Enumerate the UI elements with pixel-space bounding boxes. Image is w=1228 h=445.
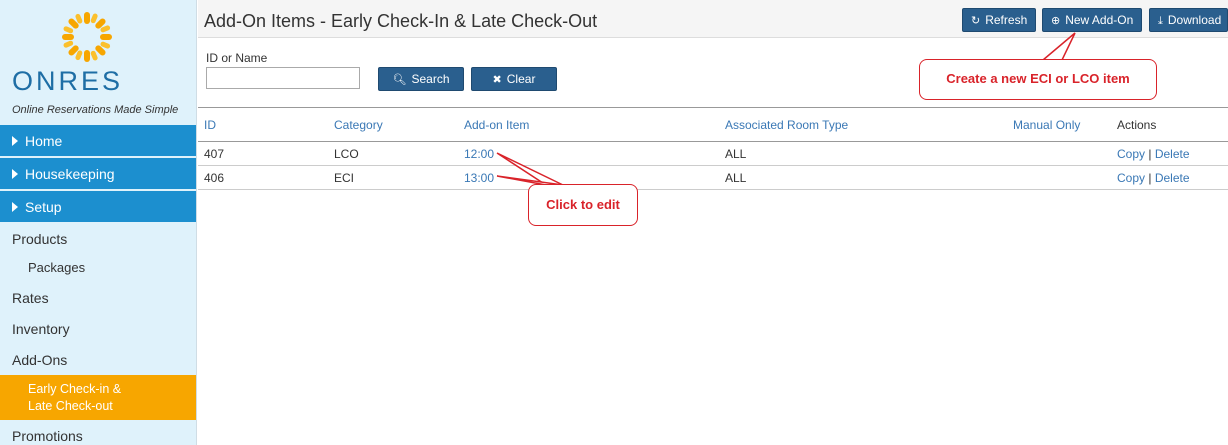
nav-home-label: Home	[25, 133, 63, 149]
logo: ONRES Online Reservations Made Simple	[0, 0, 196, 124]
nav-housekeeping[interactable]: Housekeeping	[0, 158, 196, 190]
add-on-item-link[interactable]: 13:00	[464, 171, 494, 185]
cell-room-type: ALL	[725, 147, 747, 161]
sidebar-item-inventory[interactable]: Inventory	[0, 321, 196, 337]
column-header-add-on-item[interactable]: Add-on Item	[464, 118, 529, 132]
table-header-row: ID Category Add-on Item Associated Room …	[198, 108, 1228, 142]
search-button-label: Search	[411, 72, 450, 86]
nav-setup[interactable]: Setup	[0, 191, 196, 223]
brand-name: ONRES	[12, 66, 124, 96]
id-or-name-input[interactable]	[206, 67, 360, 89]
cell-category: LCO	[334, 147, 359, 161]
page-title: Add-On Items - Early Check-In & Late Che…	[204, 11, 598, 31]
caret-right-icon	[12, 136, 18, 146]
table-row: 407 LCO 12:00 ALL Copy | Delete	[198, 142, 1228, 166]
brand-tagline: Online Reservations Made Simple	[12, 104, 179, 116]
cell-id: 407	[204, 147, 225, 161]
clear-button[interactable]: ✖ Clear	[471, 67, 557, 91]
sidebar-item-add-ons[interactable]: Add-Ons	[0, 352, 196, 368]
sidebar: ONRES Online Reservations Made Simple Ho…	[0, 0, 197, 445]
clear-button-label: Clear	[506, 72, 536, 86]
action-separator: |	[1148, 171, 1152, 185]
nav-home[interactable]: Home	[0, 125, 196, 157]
column-header-category[interactable]: Category	[334, 118, 383, 132]
column-header-actions: Actions	[1117, 118, 1157, 132]
caret-right-icon	[12, 169, 18, 179]
delete-link[interactable]: Delete	[1155, 147, 1190, 161]
add-on-items-table: ID Category Add-on Item Associated Room …	[198, 107, 1228, 190]
callout-click-to-edit: Click to edit	[528, 184, 638, 226]
cell-actions: Copy | Delete	[1117, 171, 1190, 185]
caret-right-icon	[12, 202, 18, 212]
nav-housekeeping-label: Housekeeping	[25, 166, 115, 182]
callout-new-item: Create a new ECI or LCO item	[919, 59, 1157, 100]
sidebar-item-early-check-in-late-check-out[interactable]: Early Check-in & Late Check-out	[0, 375, 196, 420]
cell-category: ECI	[334, 171, 355, 185]
copy-link[interactable]: Copy	[1117, 171, 1145, 185]
cell-actions: Copy | Delete	[1117, 147, 1190, 161]
refresh-icon: ↻	[971, 15, 981, 27]
cell-room-type: ALL	[725, 171, 747, 185]
sidebar-item-products[interactable]: Products	[0, 231, 196, 247]
table-row: 406 ECI 13:00 ALL Copy | Delete	[198, 166, 1228, 190]
download-button-label: Download	[1167, 13, 1222, 27]
nav-setup-label: Setup	[25, 199, 62, 215]
refresh-button-label: Refresh	[985, 13, 1028, 27]
action-separator: |	[1148, 147, 1152, 161]
download-icon: ⤓	[1158, 15, 1163, 27]
active-item-line1: Early Check-in &	[28, 382, 122, 396]
column-header-id[interactable]: ID	[204, 118, 216, 132]
add-on-item-link[interactable]: 12:00	[464, 147, 494, 161]
header-bar: Add-On Items - Early Check-In & Late Che…	[198, 0, 1228, 38]
copy-link[interactable]: Copy	[1117, 147, 1145, 161]
new-add-on-button[interactable]: ⊕ New Add-On	[1042, 8, 1143, 32]
sidebar-item-packages[interactable]: Packages	[0, 260, 196, 275]
filter-label: ID or Name	[206, 51, 268, 65]
download-button[interactable]: ⤓ Download	[1149, 8, 1228, 32]
sidebar-item-promotions[interactable]: Promotions	[0, 428, 196, 444]
search-icon: 🔍︎	[392, 74, 407, 86]
column-header-associated-room-type[interactable]: Associated Room Type	[725, 118, 848, 132]
delete-link[interactable]: Delete	[1155, 171, 1190, 185]
active-item-line2: Late Check-out	[28, 399, 113, 413]
sun-logo-icon	[62, 12, 112, 62]
refresh-button[interactable]: ↻ Refresh	[962, 8, 1037, 32]
close-icon: ✖	[492, 74, 502, 86]
plus-circle-icon: ⊕	[1051, 15, 1061, 27]
column-header-manual-only[interactable]: Manual Only	[1013, 118, 1080, 132]
new-add-on-button-label: New Add-On	[1065, 13, 1134, 27]
sidebar-item-rates[interactable]: Rates	[0, 290, 196, 306]
search-button[interactable]: 🔍︎ Search	[378, 67, 464, 91]
cell-id: 406	[204, 171, 225, 185]
